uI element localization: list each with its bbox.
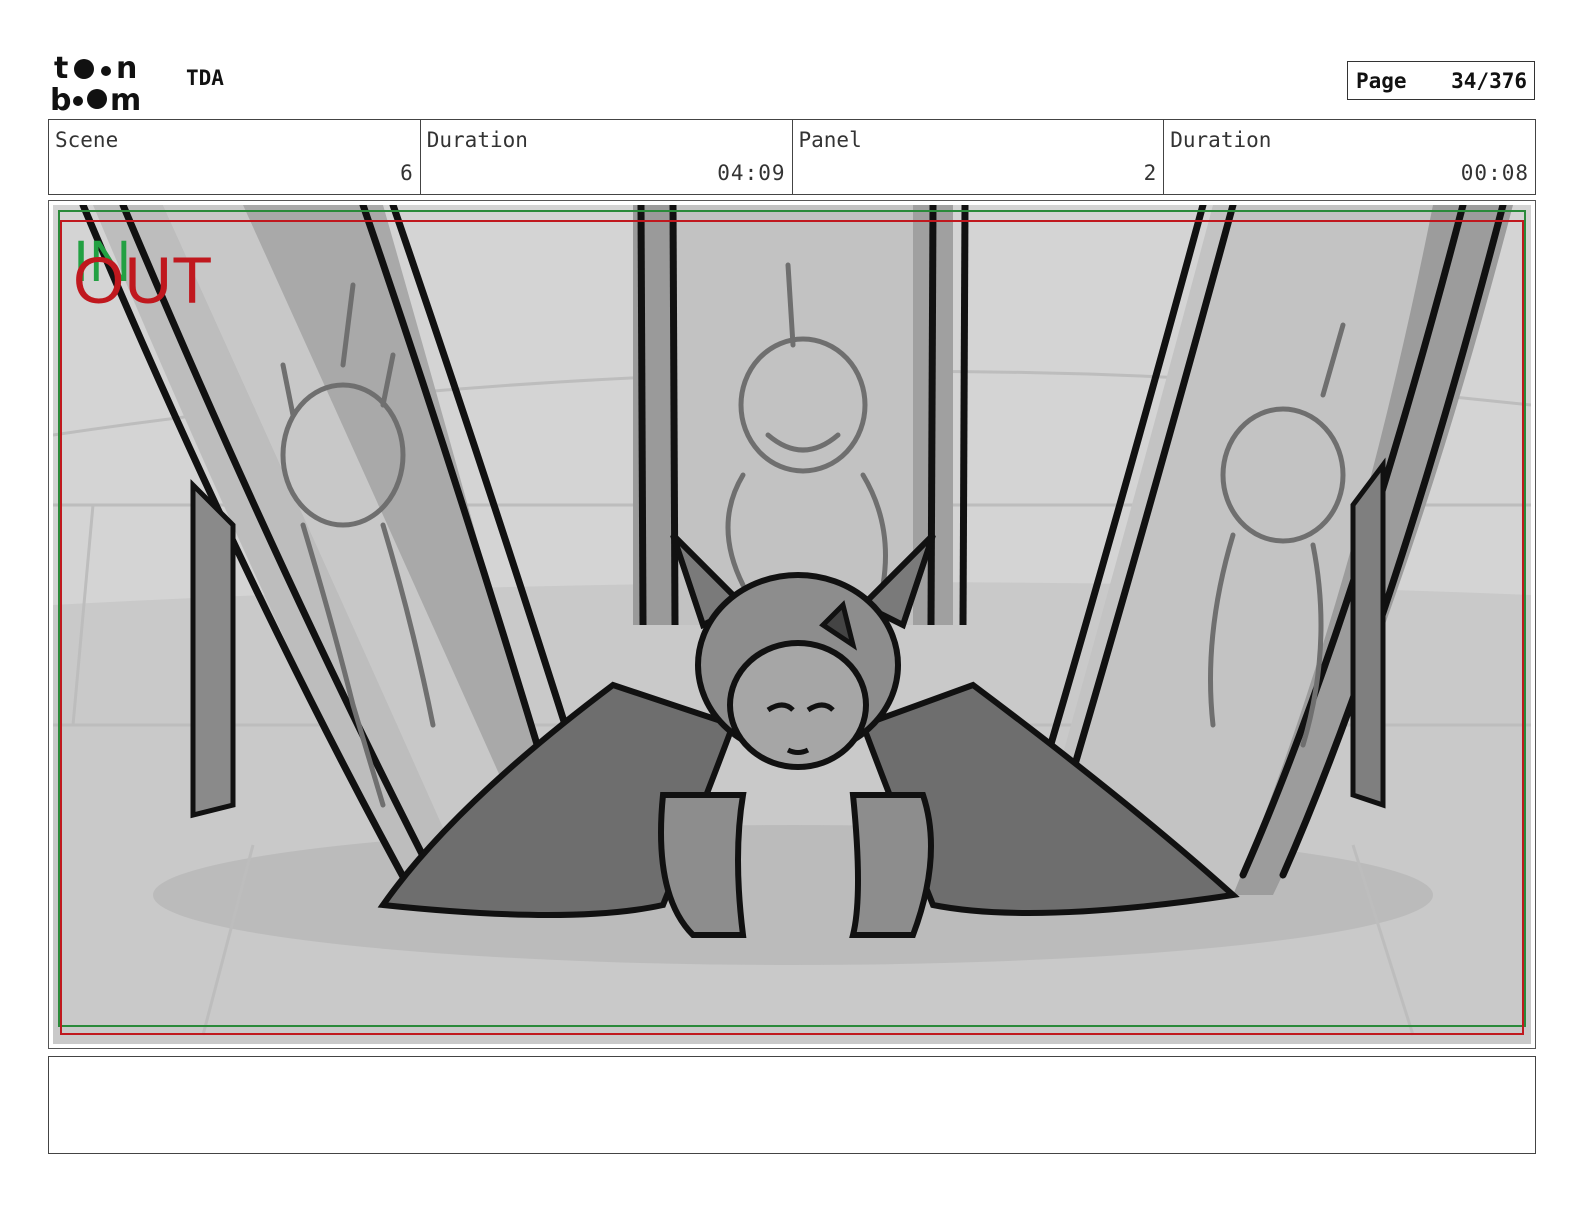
caption-box	[48, 1056, 1536, 1154]
scene-duration-label: Duration	[426, 128, 528, 152]
project-title: TDA	[186, 66, 224, 90]
scene-cell: Scene 6	[49, 120, 421, 194]
out-marker: OUT	[73, 243, 213, 317]
svg-text:n: n	[116, 51, 137, 86]
scene-duration-cell: Duration 04:09	[421, 120, 793, 194]
panel-duration-cell: Duration 00:08	[1164, 120, 1535, 194]
panel-duration-value: 00:08	[1460, 161, 1529, 185]
scene-duration-value: 04:09	[717, 161, 786, 185]
page-indicator: Page 34/376	[1347, 61, 1535, 100]
panel-sketch	[53, 205, 1531, 1044]
toonboom-logo: t n b m	[50, 51, 141, 114]
scene-label: Scene	[55, 128, 119, 152]
svg-text:m: m	[110, 83, 141, 114]
page-number: 34/376	[1451, 68, 1527, 93]
in-out-markers: IN OUT	[73, 233, 243, 317]
panel-label: Panel	[798, 128, 862, 152]
panel-info-row: Scene 6 Duration 04:09 Panel 2 Duration …	[48, 119, 1536, 195]
panel-cell: Panel 2	[793, 120, 1165, 194]
panel-value: 2	[1143, 161, 1158, 185]
page-label: Page	[1356, 68, 1407, 93]
panel-duration-label: Duration	[1170, 128, 1272, 152]
scene-value: 6	[400, 161, 414, 185]
svg-text:t: t	[54, 51, 68, 86]
storyboard-panel: IN OUT	[48, 200, 1536, 1049]
svg-text:b: b	[50, 83, 71, 114]
